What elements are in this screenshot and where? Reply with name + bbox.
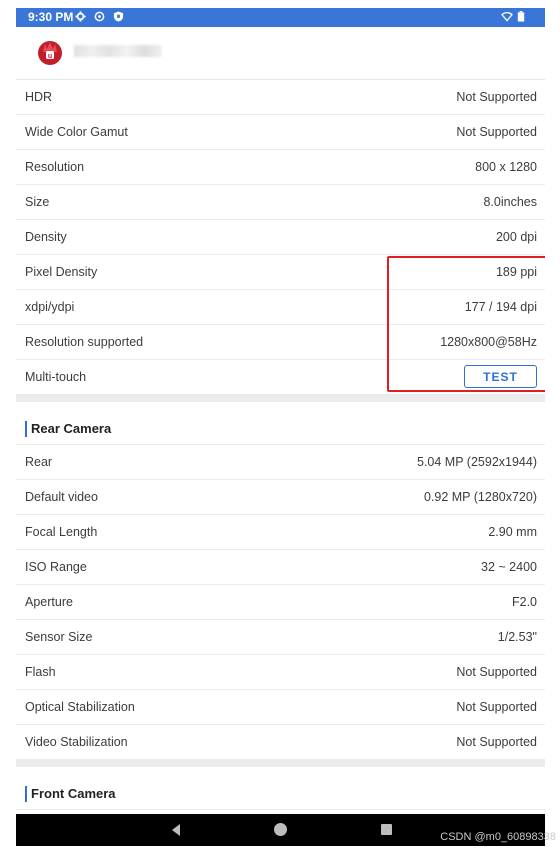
row-value: 1/2.53" bbox=[497, 630, 537, 644]
back-icon[interactable] bbox=[169, 823, 183, 837]
row-value: F2.0 bbox=[511, 595, 537, 609]
status-time: 9:30 PM bbox=[28, 10, 74, 24]
row-value: Not Supported bbox=[456, 90, 537, 104]
app-title-obscured bbox=[74, 45, 162, 57]
row-label: Multi-touch bbox=[25, 370, 87, 384]
section-divider bbox=[16, 394, 545, 402]
row-value: 0.92 MP (1280x720) bbox=[423, 490, 537, 504]
section-accent-bar bbox=[25, 786, 27, 802]
wifi-icon bbox=[501, 11, 513, 22]
info-row-optical-stabilization: Optical Stabilization Not Supported bbox=[16, 690, 545, 725]
info-row-focal-length: Focal Length 2.90 mm bbox=[16, 515, 545, 550]
info-row-resolution: Resolution 800 x 1280 bbox=[16, 150, 545, 185]
info-row-aperture: Aperture F2.0 bbox=[16, 585, 545, 620]
section-title: Front Camera bbox=[31, 786, 116, 801]
row-label: HDR bbox=[25, 90, 53, 104]
row-value: 200 dpi bbox=[495, 230, 537, 244]
info-list: HDR Not Supported Wide Color Gamut Not S… bbox=[16, 80, 545, 810]
sync-icon bbox=[94, 11, 105, 22]
rear-camera-header: Rear Camera bbox=[16, 402, 545, 445]
row-value: 800 x 1280 bbox=[475, 160, 537, 174]
gear-icon bbox=[75, 11, 86, 22]
front-camera-header: Front Camera bbox=[16, 767, 545, 810]
shield-icon bbox=[113, 11, 124, 22]
home-icon[interactable] bbox=[274, 823, 287, 836]
row-label: Resolution bbox=[25, 160, 85, 174]
watermark: CSDN @m0_60898338 bbox=[440, 831, 556, 843]
row-value: 32 ~ 2400 bbox=[481, 560, 537, 574]
row-label: Optical Stabilization bbox=[25, 700, 135, 714]
svg-text:u: u bbox=[48, 53, 52, 60]
row-label: Default video bbox=[25, 490, 98, 504]
row-label: ISO Range bbox=[25, 560, 87, 574]
row-value: Not Supported bbox=[456, 125, 537, 139]
recent-apps-icon[interactable] bbox=[381, 824, 392, 835]
row-value: 5.04 MP (2592x1944) bbox=[417, 455, 537, 469]
info-row-wide-color-gamut: Wide Color Gamut Not Supported bbox=[16, 115, 545, 150]
row-label: Pixel Density bbox=[25, 265, 98, 279]
red-highlight-box bbox=[387, 256, 545, 392]
row-label: Rear bbox=[25, 455, 53, 469]
row-label: Aperture bbox=[25, 595, 73, 609]
row-label: Video Stabilization bbox=[25, 735, 128, 749]
row-value: Not Supported bbox=[456, 735, 537, 749]
section-title: Rear Camera bbox=[31, 421, 112, 436]
row-value: Not Supported bbox=[456, 700, 537, 714]
status-bar: 9:30 PM bbox=[16, 8, 545, 27]
app-bar: u bbox=[16, 27, 545, 80]
row-value: 8.0inches bbox=[483, 195, 537, 209]
section-divider bbox=[16, 759, 545, 767]
row-value: Not Supported bbox=[456, 665, 537, 679]
info-row-video-stabilization: Video Stabilization Not Supported bbox=[16, 725, 545, 759]
info-row-hdr: HDR Not Supported bbox=[16, 80, 545, 115]
row-value: 2.90 mm bbox=[488, 525, 537, 539]
app-logo-icon: u bbox=[38, 41, 62, 65]
section-accent-bar bbox=[25, 421, 27, 437]
info-row-default-video: Default video 0.92 MP (1280x720) bbox=[16, 480, 545, 515]
row-label: Flash bbox=[25, 665, 56, 679]
info-row-sensor-size: Sensor Size 1/2.53" bbox=[16, 620, 545, 655]
info-row-density: Density 200 dpi bbox=[16, 220, 545, 255]
row-label: Wide Color Gamut bbox=[25, 125, 128, 139]
app-screen: 9:30 PM u HDR Not Supported Wide Color G… bbox=[16, 8, 545, 846]
battery-icon bbox=[517, 11, 525, 22]
row-label: Density bbox=[25, 230, 67, 244]
info-row-iso-range: ISO Range 32 ~ 2400 bbox=[16, 550, 545, 585]
info-row-flash: Flash Not Supported bbox=[16, 655, 545, 690]
info-row-size: Size 8.0inches bbox=[16, 185, 545, 220]
row-label: Sensor Size bbox=[25, 630, 93, 644]
row-label: Focal Length bbox=[25, 525, 98, 539]
row-label: xdpi/ydpi bbox=[25, 300, 75, 314]
row-label: Resolution supported bbox=[25, 335, 144, 349]
row-label: Size bbox=[25, 195, 50, 209]
info-row-rear: Rear 5.04 MP (2592x1944) bbox=[16, 445, 545, 480]
